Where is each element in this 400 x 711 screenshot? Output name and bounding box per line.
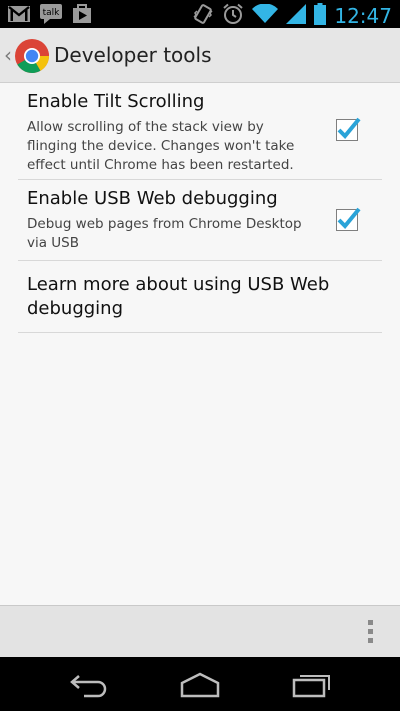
- navigation-bar: [0, 657, 400, 711]
- back-icon[interactable]: [68, 671, 110, 699]
- page-title: Developer tools: [54, 43, 212, 67]
- signal-icon: [286, 4, 307, 28]
- alarm-icon: [222, 3, 244, 29]
- gmail-icon: [8, 6, 30, 26]
- pref-title: Enable Tilt Scrolling: [27, 91, 205, 112]
- learn-more-label: Learn more about using USB Web debugging: [27, 274, 330, 319]
- pref-tilt-scrolling[interactable]: Enable Tilt Scrolling Allow scrolling of…: [18, 83, 382, 180]
- vibrate-icon: [192, 3, 214, 29]
- pref-usb-debugging[interactable]: Enable USB Web debugging Debug web pages…: [18, 180, 382, 261]
- overflow-menu-icon[interactable]: [366, 620, 374, 646]
- talk-icon: talk: [40, 4, 62, 28]
- status-time: 12:47: [334, 4, 392, 28]
- up-caret-icon[interactable]: ‹: [4, 45, 12, 65]
- chrome-icon[interactable]: [14, 38, 50, 74]
- home-icon[interactable]: [179, 671, 221, 699]
- action-bar: ‹ Developer tools: [0, 28, 400, 83]
- wifi-icon: [252, 3, 279, 28]
- usb-debugging-checkbox[interactable]: [336, 207, 361, 231]
- status-bar: talk 12:47: [0, 0, 400, 28]
- play-store-icon: [72, 4, 92, 28]
- pref-summary: Allow scrolling of the stack view by fli…: [27, 119, 295, 173]
- battery-icon: [314, 3, 327, 29]
- pref-summary: Debug web pages from Chrome Desktop via …: [27, 216, 302, 251]
- tilt-scrolling-checkbox[interactable]: [336, 117, 361, 141]
- learn-more-link[interactable]: Learn more about using USB Web debugging: [18, 261, 382, 333]
- recents-icon[interactable]: [291, 671, 333, 699]
- talk-icon-label: talk: [43, 8, 61, 18]
- bottom-action-bar: [0, 605, 400, 657]
- preferences-list: Enable Tilt Scrolling Allow scrolling of…: [0, 83, 400, 605]
- pref-title: Enable USB Web debugging: [27, 188, 278, 209]
